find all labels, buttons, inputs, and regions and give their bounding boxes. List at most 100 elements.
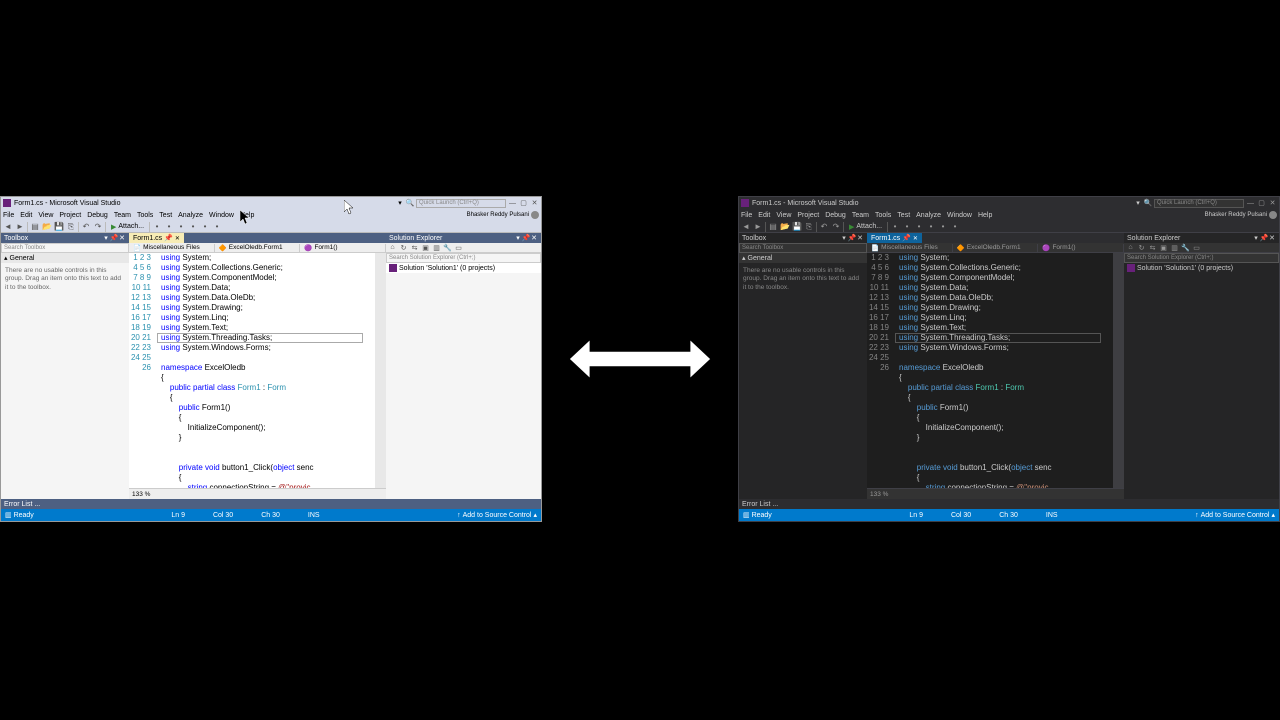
toolbar-btn[interactable]: •: [164, 222, 174, 232]
minimize-button[interactable]: —: [508, 199, 517, 208]
menu-test[interactable]: Test: [897, 212, 910, 219]
nav-fwd-icon[interactable]: ►: [753, 222, 763, 232]
signed-in-user[interactable]: Bhasker Reddy Pulsani: [1205, 211, 1277, 219]
notifications-icon[interactable]: ▾: [1134, 199, 1142, 207]
open-file-icon[interactable]: 📂: [780, 222, 790, 232]
menu-analyze[interactable]: Analyze: [916, 212, 941, 219]
vertical-scrollbar[interactable]: [1113, 253, 1124, 488]
tab-close-icon[interactable]: ✕: [913, 235, 918, 242]
nav-scope[interactable]: 📄Miscellaneous Files: [129, 244, 215, 252]
menu-view[interactable]: View: [776, 212, 791, 219]
notifications-icon[interactable]: ▾: [396, 199, 404, 207]
panel-pin-icon[interactable]: 📌: [1260, 234, 1268, 242]
nav-back-icon[interactable]: ◄: [741, 222, 751, 232]
panel-pin-icon[interactable]: 📌: [522, 234, 530, 242]
menu-file[interactable]: File: [3, 212, 14, 219]
nav-class[interactable]: 🔶ExcelOledb.Form1: [953, 244, 1039, 252]
tab-form1[interactable]: Form1.cs📌✕: [867, 233, 922, 243]
tab-pin-icon[interactable]: 📌: [902, 234, 911, 242]
se-properties-icon[interactable]: 🔧: [443, 243, 452, 252]
solution-root-node[interactable]: Solution 'Solution1' (0 projects): [1124, 263, 1279, 273]
menu-debug[interactable]: Debug: [87, 212, 108, 219]
nav-member[interactable]: 🟣Form1(): [1038, 244, 1124, 252]
close-button[interactable]: ✕: [530, 199, 539, 208]
code-area[interactable]: 1 2 3 4 5 6 7 8 9 10 11 12 13 14 15 16 1…: [129, 253, 386, 488]
panel-close-icon[interactable]: ✕: [856, 234, 864, 242]
menu-window[interactable]: Window: [209, 212, 234, 219]
undo-icon[interactable]: ↶: [819, 222, 829, 232]
se-collapse-icon[interactable]: ▣: [1159, 243, 1168, 252]
attach-button[interactable]: ▶Attach...: [108, 223, 147, 231]
toolbar-btn[interactable]: •: [188, 222, 198, 232]
menu-help[interactable]: Help: [978, 212, 992, 219]
menu-debug[interactable]: Debug: [825, 212, 846, 219]
error-list-tab[interactable]: Error List ...: [739, 499, 1279, 509]
toolbar-btn[interactable]: •: [902, 222, 912, 232]
solution-explorer-search-input[interactable]: Search Solution Explorer (Ctrl+;): [1124, 253, 1279, 263]
menu-edit[interactable]: Edit: [758, 212, 770, 219]
se-preview-icon[interactable]: ▭: [454, 243, 463, 252]
status-add-source-control[interactable]: ↑ Add to Source Control ▴: [457, 511, 537, 519]
menu-tools[interactable]: Tools: [875, 212, 891, 219]
save-all-icon[interactable]: ⎘: [804, 222, 814, 232]
nav-back-icon[interactable]: ◄: [3, 222, 13, 232]
menu-team[interactable]: Team: [114, 212, 131, 219]
toolbar-btn[interactable]: •: [926, 222, 936, 232]
maximize-button[interactable]: ▢: [519, 199, 528, 208]
redo-icon[interactable]: ↷: [93, 222, 103, 232]
solution-explorer-search-input[interactable]: Search Solution Explorer (Ctrl+;): [386, 253, 541, 263]
toolbar-btn[interactable]: •: [950, 222, 960, 232]
menu-analyze[interactable]: Analyze: [178, 212, 203, 219]
new-project-icon[interactable]: ▤: [30, 222, 40, 232]
open-file-icon[interactable]: 📂: [42, 222, 52, 232]
menu-project[interactable]: Project: [59, 212, 81, 219]
nav-fwd-icon[interactable]: ►: [15, 222, 25, 232]
maximize-button[interactable]: ▢: [1257, 199, 1266, 208]
toolbar-btn[interactable]: •: [200, 222, 210, 232]
se-collapse-icon[interactable]: ▣: [421, 243, 430, 252]
tab-form1[interactable]: Form1.cs📌✕: [129, 233, 184, 243]
tab-pin-icon[interactable]: 📌: [164, 234, 173, 242]
close-button[interactable]: ✕: [1268, 199, 1277, 208]
menu-edit[interactable]: Edit: [20, 212, 32, 219]
new-project-icon[interactable]: ▤: [768, 222, 778, 232]
se-sync-icon[interactable]: ⇆: [1148, 243, 1157, 252]
save-icon[interactable]: 💾: [792, 222, 802, 232]
minimize-button[interactable]: —: [1246, 199, 1255, 208]
toolbar-btn[interactable]: •: [152, 222, 162, 232]
tab-close-icon[interactable]: ✕: [175, 235, 180, 242]
panel-close-icon[interactable]: ✕: [118, 234, 126, 242]
solution-root-node[interactable]: Solution 'Solution1' (0 projects): [386, 263, 541, 273]
nav-class[interactable]: 🔶ExcelOledb.Form1: [215, 244, 301, 252]
save-icon[interactable]: 💾: [54, 222, 64, 232]
vertical-scrollbar[interactable]: [375, 253, 386, 488]
toolbar-btn[interactable]: •: [212, 222, 222, 232]
panel-close-icon[interactable]: ✕: [530, 234, 538, 242]
error-list-tab[interactable]: Error List ...: [1, 499, 541, 509]
se-refresh-icon[interactable]: ↻: [399, 243, 408, 252]
se-properties-icon[interactable]: 🔧: [1181, 243, 1190, 252]
se-refresh-icon[interactable]: ↻: [1137, 243, 1146, 252]
zoom-indicator[interactable]: 133 %: [867, 488, 1124, 499]
toolbar-btn[interactable]: •: [914, 222, 924, 232]
se-showall-icon[interactable]: ▥: [1170, 243, 1179, 252]
code-text[interactable]: using System; using System.Collections.G…: [895, 253, 1113, 488]
toolbar-btn[interactable]: •: [890, 222, 900, 232]
toolbar-btn[interactable]: •: [176, 222, 186, 232]
menu-tools[interactable]: Tools: [137, 212, 153, 219]
menu-team[interactable]: Team: [852, 212, 869, 219]
quick-launch-input[interactable]: Quick Launch (Ctrl+Q): [1154, 199, 1244, 208]
toolbox-search-input[interactable]: Search Toolbox: [1, 243, 129, 253]
menu-test[interactable]: Test: [159, 212, 172, 219]
menu-window[interactable]: Window: [947, 212, 972, 219]
signed-in-user[interactable]: Bhasker Reddy Pulsani: [467, 211, 539, 219]
status-add-source-control[interactable]: ↑ Add to Source Control ▴: [1195, 511, 1275, 519]
se-home-icon[interactable]: ⌂: [388, 243, 397, 252]
nav-member[interactable]: 🟣Form1(): [300, 244, 386, 252]
code-area[interactable]: 1 2 3 4 5 6 7 8 9 10 11 12 13 14 15 16 1…: [867, 253, 1124, 488]
menu-project[interactable]: Project: [797, 212, 819, 219]
menu-view[interactable]: View: [38, 212, 53, 219]
menu-help[interactable]: Help: [240, 212, 254, 219]
undo-icon[interactable]: ↶: [81, 222, 91, 232]
se-showall-icon[interactable]: ▥: [432, 243, 441, 252]
